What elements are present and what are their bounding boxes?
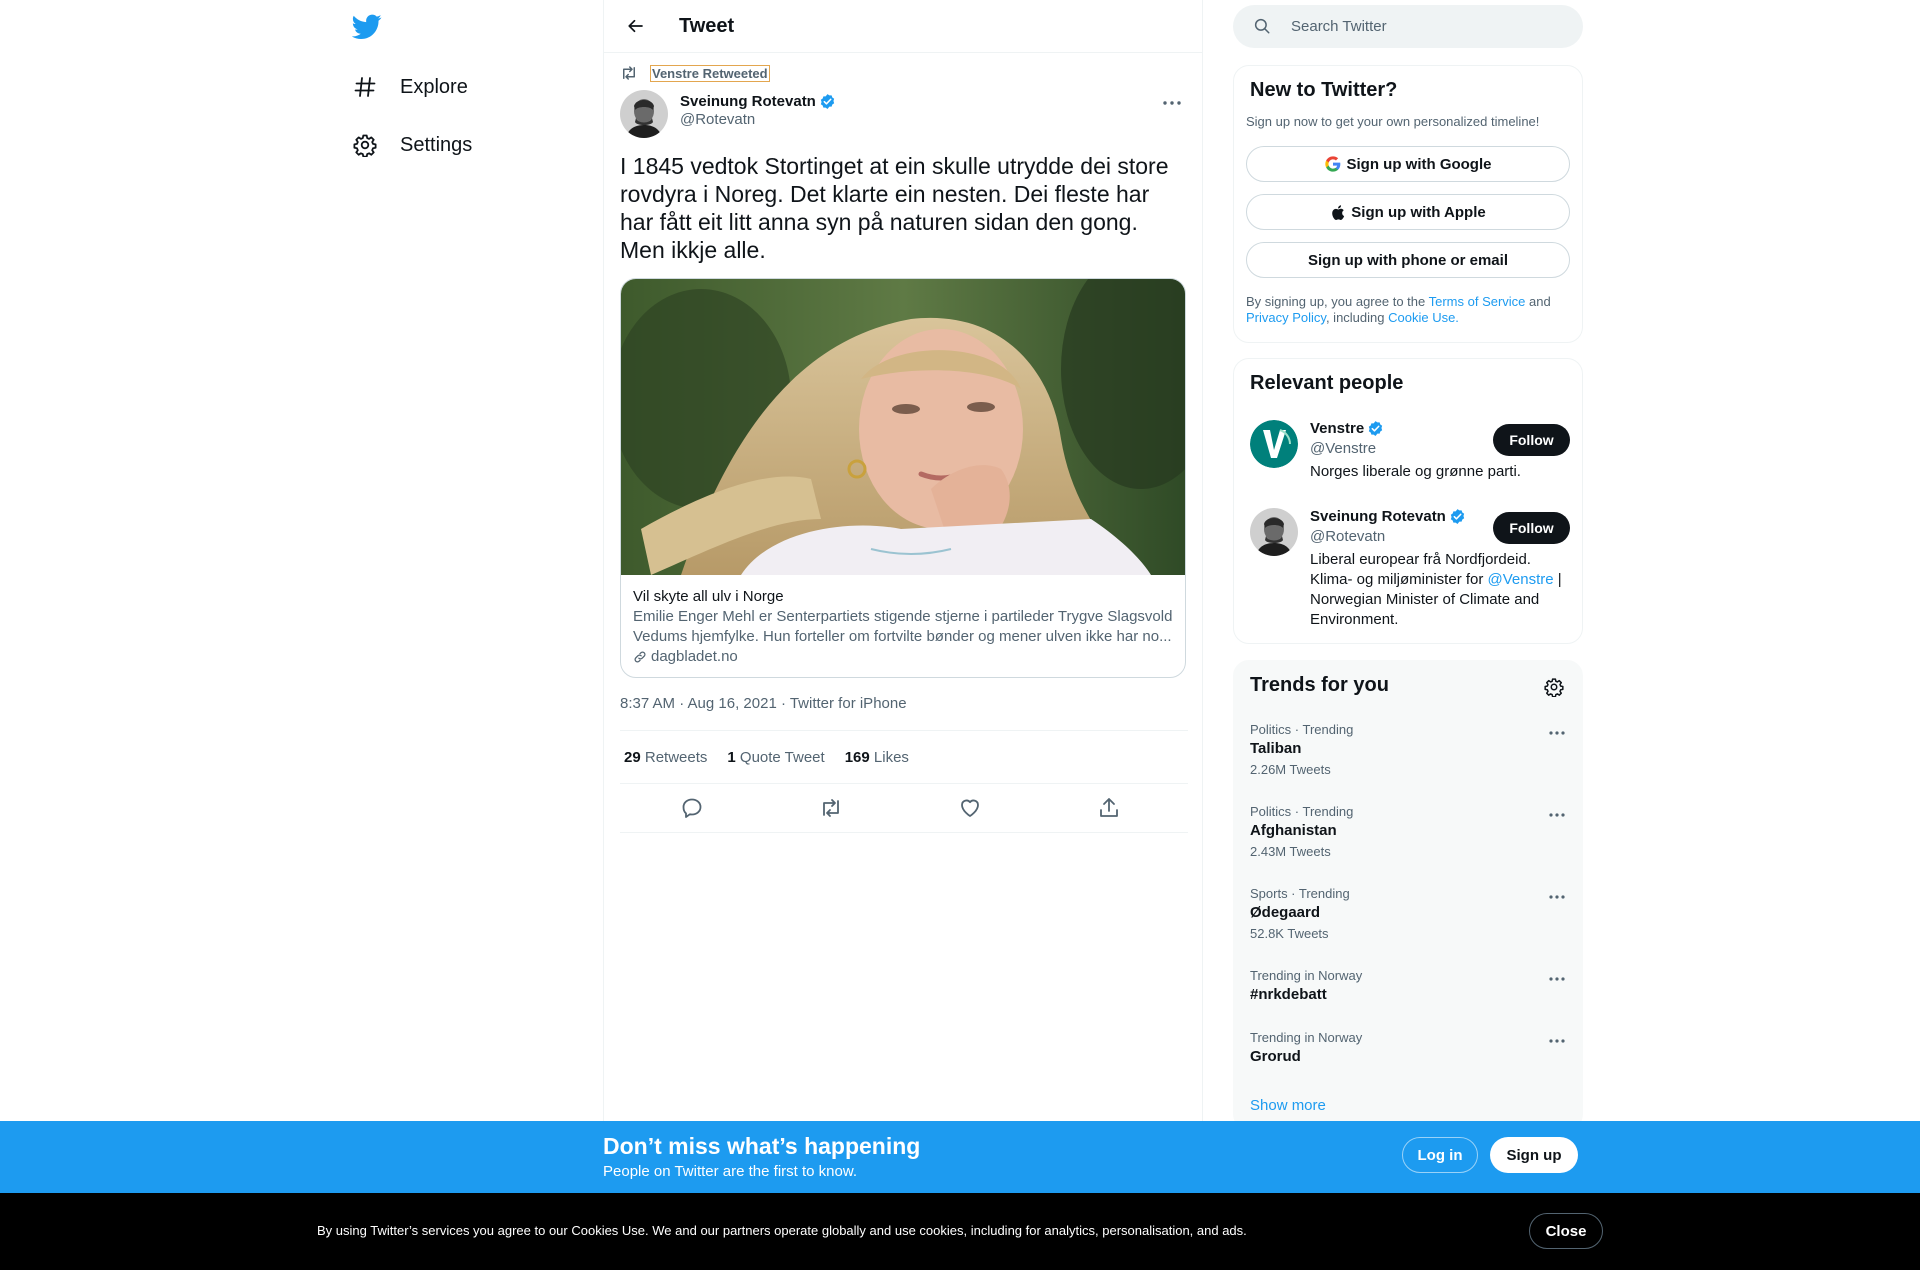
tweet-author: Sveinung Rotevatn @Rotevatn [620,90,836,138]
follow-button[interactable]: Follow [1493,424,1570,456]
tweet-stats: 29 Retweets 1 Quote Tweet 169 Likes [620,730,1188,784]
link-card[interactable]: Vil skyte all ulv i Norge Emilie Enger M… [620,278,1186,678]
twitter-bird-icon[interactable] [352,14,382,40]
avatar[interactable] [1250,508,1298,556]
reply-icon[interactable] [680,796,704,820]
gear-icon[interactable] [1544,677,1564,697]
signup-phone-email-button[interactable]: Sign up with phone or email [1246,242,1570,278]
person-bio: Liberal europear frå Nordfjordeid. Klima… [1310,551,1562,628]
person-handle: @Rotevatn [1310,528,1386,545]
more-options-button[interactable] [1158,92,1186,114]
relevant-people-panel: Relevant people Venstre @Venstre Norges … [1233,358,1583,644]
search-input[interactable] [1291,18,1551,35]
author-handle[interactable]: @Rotevatn [680,111,836,128]
retweet-icon [620,64,638,82]
tweet-actions [620,784,1188,833]
hashtag-icon [352,74,378,100]
signup-legal-text: By signing up, you agree to the Terms of… [1246,294,1551,325]
trend-item[interactable]: Politics · Trending Taliban 2.26M Tweets [1250,722,1570,777]
search-box[interactable] [1233,5,1583,48]
link-icon [633,650,647,664]
google-logo-icon [1324,156,1341,172]
retweet-context: Venstre Retweeted [620,64,770,82]
signup-google-button[interactable]: Sign up with Google [1246,146,1570,182]
login-button[interactable]: Log in [1402,1137,1478,1173]
more-dots-icon[interactable] [1548,1032,1570,1050]
trend-item[interactable]: Sports · Trending Ødegaard 52.8K Tweets [1250,886,1570,941]
more-dots-icon[interactable] [1548,970,1570,988]
avatar[interactable] [620,90,668,138]
person-bio: Norges liberale og grønne parti. [1310,463,1521,480]
likes-count[interactable]: 169 Likes [845,749,909,766]
author-name[interactable]: Sveinung Rotevatn [680,93,836,110]
terms-of-service-link[interactable]: Terms of Service [1429,294,1526,309]
show-more-link[interactable]: Show more [1250,1097,1326,1114]
signup-subtitle: Sign up now to get your own personalized… [1246,114,1540,129]
arrow-left-icon [627,17,645,35]
person-handle: @Venstre [1310,440,1377,457]
like-heart-icon[interactable] [958,796,982,820]
nav-item-explore[interactable]: Explore [352,67,468,107]
search-icon [1253,17,1273,37]
page-title: Tweet [679,14,735,37]
follow-button[interactable]: Follow [1493,512,1570,544]
nav-item-label: Explore [400,75,468,98]
person-name[interactable]: Venstre [1310,420,1384,437]
more-dots-icon [1163,101,1181,105]
card-title: Vil skyte all ulv i Norge [633,588,784,605]
card-domain: dagbladet.no [633,647,1173,667]
cookie-banner: By using Twitter’s services you agree to… [0,1193,1920,1270]
panel-title: Trends for you [1250,674,1389,696]
promo-subtitle: People on Twitter are the first to know. [603,1163,858,1180]
quote-tweets-count[interactable]: 1 Quote Tweet [727,749,824,766]
tweet-text: I 1845 vedtok Stortinget at ein skulle u… [620,153,1169,263]
verified-badge-icon [1449,508,1466,525]
trend-item[interactable]: Trending in Norway #nrkdebatt [1250,968,1570,1003]
privacy-policy-link[interactable]: Privacy Policy [1246,310,1326,325]
signup-panel: New to Twitter? Sign up now to get your … [1233,65,1583,343]
back-button[interactable] [618,8,654,44]
person-name[interactable]: Sveinung Rotevatn [1310,508,1466,525]
more-dots-icon[interactable] [1548,724,1570,742]
retweet-icon[interactable] [819,796,843,820]
nav-item-label: Settings [400,133,473,156]
trend-item[interactable]: Politics · Trending Afghanistan 2.43M Tw… [1250,804,1570,859]
avatar[interactable] [1250,420,1298,468]
more-dots-icon[interactable] [1548,806,1570,824]
trends-panel: Trends for you Politics · Trending Talib… [1233,660,1583,1130]
card-image [621,279,1185,575]
tweet-column: Tweet Venstre Retweeted Sveinung Rotevat… [603,0,1203,1121]
cookie-text: By using Twitter’s services you agree to… [317,1223,1247,1238]
apple-logo-icon [1330,204,1345,221]
signup-promo-bar: Don’t miss what’s happening People on Tw… [0,1121,1920,1193]
promo-title: Don’t miss what’s happening [603,1133,921,1159]
gear-icon [352,132,378,158]
cookie-use-link[interactable]: Cookie Use. [1388,310,1459,325]
column-header: Tweet [604,0,1202,53]
panel-title: New to Twitter? [1250,79,1398,101]
retweeted-by-link[interactable]: Venstre Retweeted [650,64,770,82]
share-icon[interactable] [1097,796,1121,820]
verified-badge-icon [1367,420,1384,437]
more-dots-icon[interactable] [1548,888,1570,906]
verified-badge-icon [819,93,836,110]
trend-item[interactable]: Trending in Norway Grorud [1250,1030,1570,1065]
signup-button[interactable]: Sign up [1490,1137,1578,1173]
panel-title: Relevant people [1250,372,1404,394]
close-button[interactable]: Close [1529,1213,1603,1249]
bio-mention-link[interactable]: @Venstre [1488,571,1554,588]
tweet-timestamp[interactable]: 8:37 AM · Aug 16, 2021 · Twitter for iPh… [620,695,907,712]
card-description: Emilie Enger Mehl er Senterpartiets stig… [633,608,1173,645]
signup-apple-button[interactable]: Sign up with Apple [1246,194,1570,230]
nav-item-settings[interactable]: Settings [352,125,472,165]
retweets-count[interactable]: 29 Retweets [624,749,707,766]
